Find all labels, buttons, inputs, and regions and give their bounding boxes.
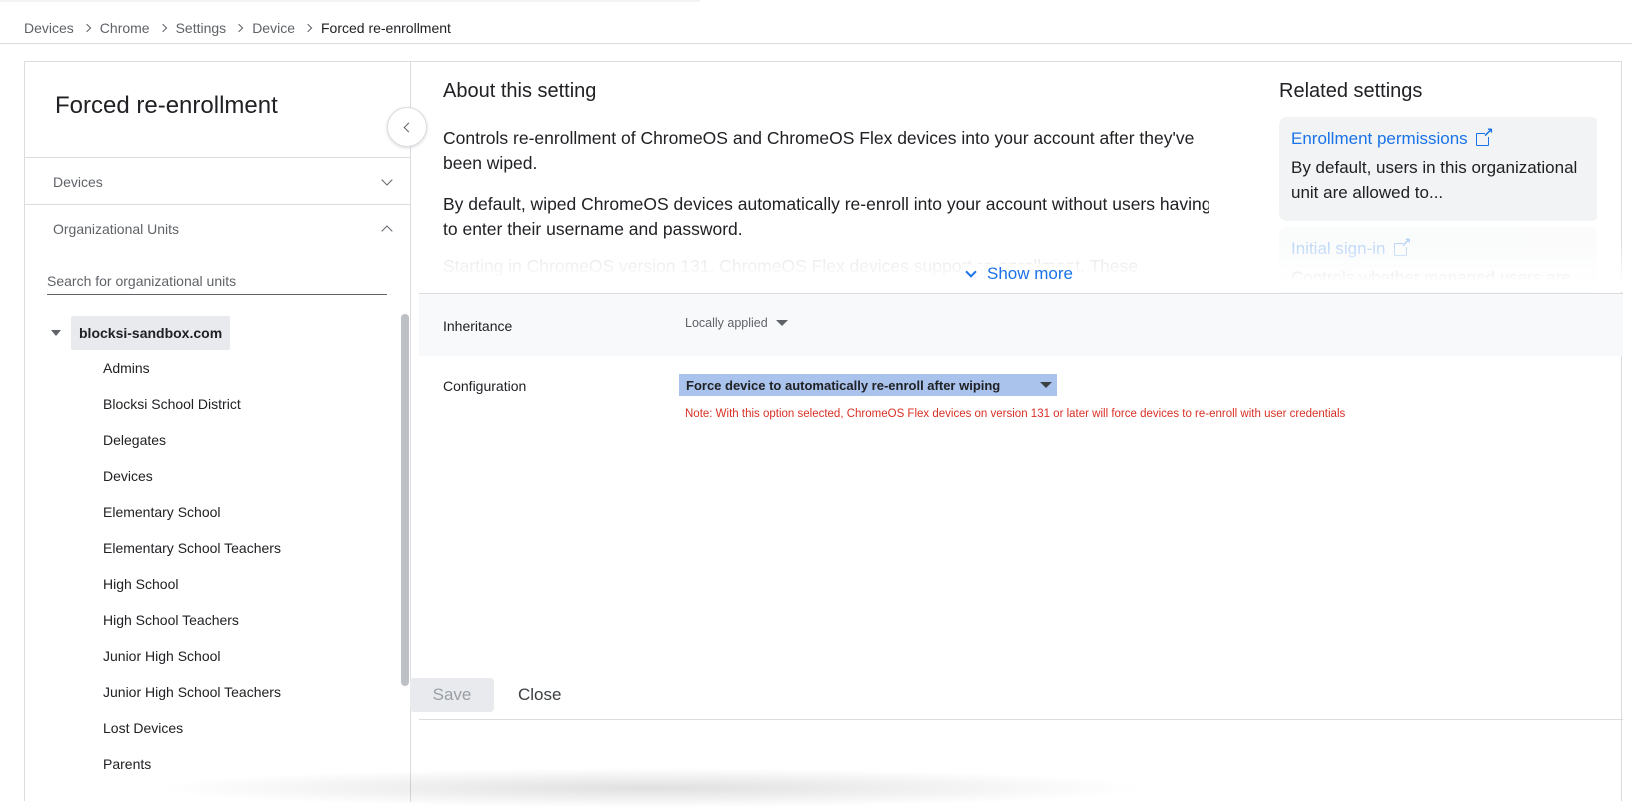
about-paragraph: Controls re-enrollment of ChromeOS and C… — [443, 128, 1195, 173]
org-units-section-label: Organizational Units — [53, 221, 180, 237]
breadcrumb-chrome[interactable]: Chrome — [100, 20, 150, 36]
expand-caret-icon[interactable] — [51, 330, 61, 336]
chevron-down-icon — [965, 266, 977, 278]
related-link-label: Enrollment permissions — [1291, 129, 1468, 148]
breadcrumb-settings[interactable]: Settings — [176, 20, 227, 36]
about-heading: About this setting — [443, 80, 597, 102]
dropdown-arrow-icon — [1040, 382, 1052, 388]
dropdown-arrow-icon — [775, 320, 788, 326]
related-description: By default, users in this organizational… — [1291, 158, 1578, 202]
org-unit-list: Admins Blocksi School District Delegates… — [103, 342, 281, 782]
org-unit-item[interactable]: Junior High School Teachers — [103, 674, 281, 710]
devices-section-label: Devices — [53, 174, 103, 190]
related-heading: Related settings — [1279, 80, 1423, 102]
close-button[interactable]: Close — [508, 678, 571, 712]
ou-list-scrollbar[interactable] — [401, 314, 409, 686]
chevron-right-icon — [82, 23, 92, 33]
panel-title: Forced re-enrollment — [55, 92, 278, 119]
save-button[interactable]: Save — [410, 678, 494, 712]
show-more-button[interactable]: Show more — [963, 264, 1077, 284]
inheritance-label: Inheritance — [443, 318, 513, 334]
footer-divider — [419, 719, 1623, 720]
breadcrumb-device[interactable]: Device — [252, 20, 295, 36]
org-unit-item[interactable]: Lost Devices — [103, 710, 281, 746]
configuration-label: Configuration — [443, 378, 527, 394]
about-section: About this setting Controls re-enrollmen… — [419, 62, 1209, 293]
related-card: Initial sign-in Controls whether managed… — [1279, 227, 1597, 293]
chevron-right-icon — [158, 23, 167, 33]
related-card: Enrollment permissions By default, users… — [1279, 117, 1597, 221]
org-unit-item[interactable]: Delegates — [103, 422, 281, 458]
breadcrumb-devices[interactable]: Devices — [24, 20, 74, 36]
open-in-new-icon — [1475, 125, 1494, 146]
devices-section-header[interactable]: Devices — [25, 157, 411, 206]
inheritance-dropdown[interactable]: Locally applied — [685, 316, 788, 330]
org-unit-item[interactable]: Elementary School — [103, 494, 281, 530]
inheritance-row: Inheritance Locally applied — [419, 294, 1623, 356]
related-link[interactable]: Initial sign-in — [1291, 235, 1411, 259]
breadcrumb-current: Forced re-enrollment — [320, 20, 451, 36]
configuration-dropdown[interactable]: Force device to automatically re-enroll … — [679, 374, 1057, 396]
header-divider — [0, 43, 1632, 44]
configuration-row: Configuration Force device to automatica… — [419, 356, 1623, 476]
chevron-right-icon — [303, 23, 313, 33]
org-unit-item[interactable]: Elementary School Teachers — [103, 530, 281, 566]
chevron-right-icon — [234, 23, 244, 33]
related-link-label: Initial sign-in — [1291, 239, 1386, 258]
chevron-up-icon — [381, 225, 393, 237]
related-link[interactable]: Enrollment permissions — [1291, 125, 1494, 149]
chevron-down-icon — [381, 174, 393, 186]
ou-search-input[interactable] — [47, 267, 387, 295]
about-paragraph-faded: Starting in ChromeOS version 131, Chrome… — [443, 256, 1139, 276]
collapse-panel-button[interactable] — [387, 107, 427, 147]
configuration-note: Note: With this option selected, ChromeO… — [685, 408, 1346, 420]
show-more-label: Show more — [987, 264, 1073, 283]
org-unit-item[interactable]: Devices — [103, 458, 281, 494]
org-unit-item[interactable]: Junior High School — [103, 638, 281, 674]
top-progress-line — [0, 0, 700, 2]
org-units-section-header[interactable]: Organizational Units — [25, 204, 411, 253]
breadcrumb: Devices Chrome Settings Device Forced re… — [24, 18, 451, 38]
open-in-new-icon — [1393, 235, 1411, 256]
org-unit-item[interactable]: Parents — [103, 746, 281, 782]
inheritance-value: Locally applied — [685, 316, 768, 330]
setting-panel: Forced re-enrollment Devices Organizatio… — [24, 61, 1623, 802]
chevron-left-icon — [403, 122, 414, 132]
org-unit-item[interactable]: Blocksi School District — [103, 386, 281, 422]
org-unit-item[interactable]: High School — [103, 566, 281, 602]
configuration-value: Force device to automatically re-enroll … — [686, 377, 1001, 393]
left-panel: Forced re-enrollment Devices Organizatio… — [25, 62, 411, 802]
related-settings: Related settings Enrollment permissions … — [1277, 62, 1597, 293]
org-unit-item[interactable]: High School Teachers — [103, 602, 281, 638]
related-description: Controls whether managed users are — [1291, 268, 1571, 287]
org-unit-item[interactable]: Admins — [103, 350, 281, 386]
about-paragraph: By default, wiped ChromeOS devices autom… — [443, 194, 1209, 239]
